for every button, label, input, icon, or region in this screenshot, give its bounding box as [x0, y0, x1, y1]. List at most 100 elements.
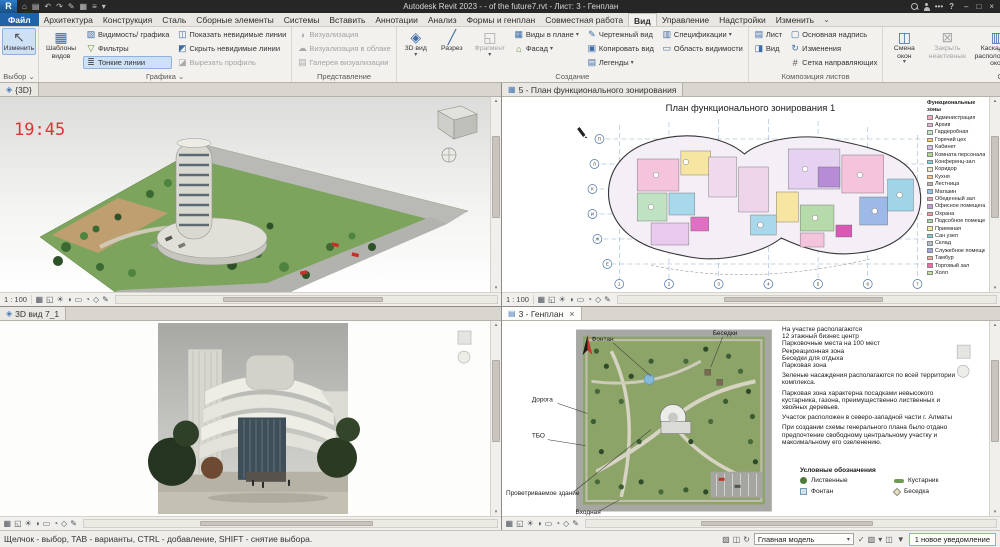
canvas-render[interactable]	[0, 321, 490, 516]
quick-access-icon-0[interactable]: ⌂	[20, 2, 29, 11]
tab-аннотации[interactable]: Аннотации	[370, 13, 423, 26]
quick-access-icon-4[interactable]: ✎	[66, 2, 77, 11]
canvas-3d[interactable]: 19:45	[0, 97, 490, 292]
view-control-icon-5[interactable]: ◔	[84, 295, 92, 304]
view-control-icon-7[interactable]: ✎	[571, 519, 581, 528]
button-вид[interactable]: ◨ Вид	[751, 42, 785, 55]
view-control-icon-3[interactable]: ◑	[567, 295, 575, 304]
status-right-icons-0[interactable]: ✓	[858, 535, 865, 544]
horizontal-scrollbar[interactable]	[585, 519, 997, 528]
button-каскадное-расположение-окон[interactable]: ▥Каскадное расположение окон	[971, 28, 1000, 70]
tab-конструкция[interactable]: Конструкция	[98, 13, 157, 26]
button-лист[interactable]: ▤ Лист	[751, 28, 785, 41]
view-tab-zoning-plan[interactable]: ▦ 5 - План функционального зонирования	[502, 83, 684, 96]
user-icon[interactable]	[923, 2, 931, 11]
vertical-scrollbar[interactable]: ▴ ▾	[989, 97, 1000, 292]
view-control-icon-2[interactable]: ☀	[557, 295, 567, 304]
search-icon[interactable]	[910, 2, 919, 11]
canvas-zoning-plan[interactable]: План функционального зонирования 1 ПЛКИЖ…	[502, 97, 989, 292]
status-right-icons-3[interactable]: ◫	[885, 535, 893, 544]
view-control-icon-5[interactable]: ◔	[554, 519, 562, 528]
status-left-icons-0[interactable]: ▧	[722, 535, 730, 544]
view-control-icon-6[interactable]: ◇	[593, 295, 602, 304]
view-control-icon-4[interactable]: ▭	[73, 295, 84, 304]
tab-формы-и-генплан[interactable]: Формы и генплан	[462, 13, 541, 26]
view-tab-render[interactable]: ◈ 3D вид 7_1	[0, 307, 67, 320]
button-вырезать-профиль[interactable]: ◪ Вырезать профиль	[174, 56, 289, 69]
view-control-icon-3[interactable]: ◑	[65, 295, 73, 304]
view-control-icon-4[interactable]: ▭	[543, 519, 554, 528]
vertical-scrollbar[interactable]: ▴ ▾	[989, 321, 1000, 516]
status-right-icons-1[interactable]: ▧	[868, 535, 876, 544]
button-смена-окон[interactable]: ◫ Смена окон ▾	[885, 28, 923, 67]
panel-label-выбор[interactable]: Выбор ⌄	[0, 71, 38, 82]
tab-управление[interactable]: Управление	[657, 13, 714, 26]
tab-изменить[interactable]: Изменить	[771, 13, 819, 26]
view-control-icon-1[interactable]: ◱	[45, 295, 56, 304]
view-control-icon-7[interactable]: ✎	[603, 295, 613, 304]
button-видимость-графика[interactable]: ▧ Видимость/ графика	[83, 28, 172, 41]
help-icon[interactable]: ?	[947, 2, 956, 11]
tab-вид[interactable]: Вид	[628, 13, 657, 26]
horizontal-scrollbar[interactable]	[115, 295, 498, 304]
tab-совместная-работа[interactable]: Совместная работа	[540, 13, 628, 26]
view-control-icon-1[interactable]: ◱	[547, 295, 558, 304]
revit-logo[interactable]: R	[0, 0, 17, 13]
filter-icon[interactable]: ▼	[897, 535, 905, 544]
panel-label-композиция-листов[interactable]: Композиция листов	[749, 71, 882, 82]
button-скрыть-невидимые-линии[interactable]: ◩ Скрыть невидимые линии	[174, 42, 289, 55]
view-control-icon-3[interactable]: ◑	[33, 519, 41, 528]
vertical-scrollbar[interactable]: ▴ ▾	[490, 97, 501, 292]
button-3d-вид[interactable]: ◈ 3D вид ▾	[399, 28, 433, 60]
view-control-icon-2[interactable]: ☀	[23, 519, 33, 528]
steering-wheel-icon[interactable]	[441, 147, 457, 163]
minimize-button[interactable]: –	[960, 2, 972, 11]
button-сетка-направляющих[interactable]: # Сетка направляющих	[787, 56, 880, 69]
view-tab-3d[interactable]: ◈ {3D}	[0, 83, 39, 96]
panel-label-представление[interactable]: Представление	[292, 71, 395, 82]
button-тонкие-линии[interactable]: ≣ Тонкие линии	[83, 56, 173, 69]
button-основная-надпись[interactable]: ▢ Основная надпись	[787, 28, 880, 41]
view-control-icon-0[interactable]: ▦	[34, 295, 45, 304]
close-button[interactable]: ×	[985, 2, 998, 11]
status-left-icons-1[interactable]: ◫	[733, 535, 741, 544]
quick-access-icon-3[interactable]: ↷	[54, 2, 65, 11]
button-область-видимости[interactable]: ▭ Область видимости	[659, 42, 746, 55]
canvas-genplan[interactable]: Фонтан Беседки Дорога ТБО Проветриваемое…	[502, 321, 989, 516]
button-спецификации[interactable]: ▥ Спецификации ▾	[659, 28, 746, 41]
button-изменить[interactable]: ↖ Изменить	[2, 28, 36, 55]
view-control-icon-1[interactable]: ◱	[13, 519, 24, 528]
button-чертежный-вид[interactable]: ✎ Чертежный вид	[584, 28, 657, 41]
view-control-icon-2[interactable]: ☀	[525, 519, 535, 528]
button-визуализация[interactable]: ◑ Визуализация	[294, 28, 393, 41]
horizontal-scrollbar[interactable]	[617, 295, 997, 304]
status-left-icons-2[interactable]: ↻	[743, 535, 750, 544]
notification-button[interactable]: 1 новое уведомление	[908, 532, 996, 546]
view-control-icon-1[interactable]: ◱	[515, 519, 526, 528]
tab-архитектура[interactable]: Архитектура	[39, 13, 98, 26]
button-шаблоны-видов[interactable]: ▦ Шаблоны видов	[41, 28, 81, 62]
panel-label-графика[interactable]: Графика ⌄	[39, 71, 291, 82]
view-control-icon-2[interactable]: ☀	[55, 295, 65, 304]
button-фильтры[interactable]: ▽ Фильтры	[83, 42, 172, 55]
button-галерея-визуализации[interactable]: ▤ Галерея визуализации	[294, 56, 393, 69]
button-визуализация-в-облаке[interactable]: ☁ Визуализация в облаке	[294, 42, 393, 55]
button-фасад[interactable]: ⌂ Фасад ▾	[511, 42, 582, 55]
button-легенды[interactable]: ▤ Легенды ▾	[584, 56, 657, 69]
button-копировать-вид[interactable]: ▣ Копировать вид	[584, 42, 657, 55]
vertical-scrollbar[interactable]: ▴ ▾	[490, 321, 501, 516]
quick-access-icon-2[interactable]: ↶	[42, 2, 53, 11]
tab-надстройки[interactable]: Надстройки	[714, 13, 771, 26]
quick-access-icon-7[interactable]: ▾	[100, 2, 108, 11]
user-label[interactable]: •••	[935, 2, 943, 11]
view-control-icon-3[interactable]: ◑	[535, 519, 543, 528]
view-control-icon-6[interactable]: ◇	[562, 519, 571, 528]
quick-access-icon-6[interactable]: ≡	[90, 2, 99, 11]
view-control-icon-0[interactable]: ▦	[2, 519, 13, 528]
button-показать-невидимые-линии[interactable]: ◫ Показать невидимые линии	[174, 28, 289, 41]
close-view-icon[interactable]: ×	[566, 309, 574, 319]
scale-control[interactable]: 1 : 100	[502, 295, 534, 304]
panel-label-создание[interactable]: Создание	[397, 71, 748, 82]
view-control-icon-0[interactable]: ▦	[536, 295, 547, 304]
view-control-icon-4[interactable]: ▭	[575, 295, 586, 304]
